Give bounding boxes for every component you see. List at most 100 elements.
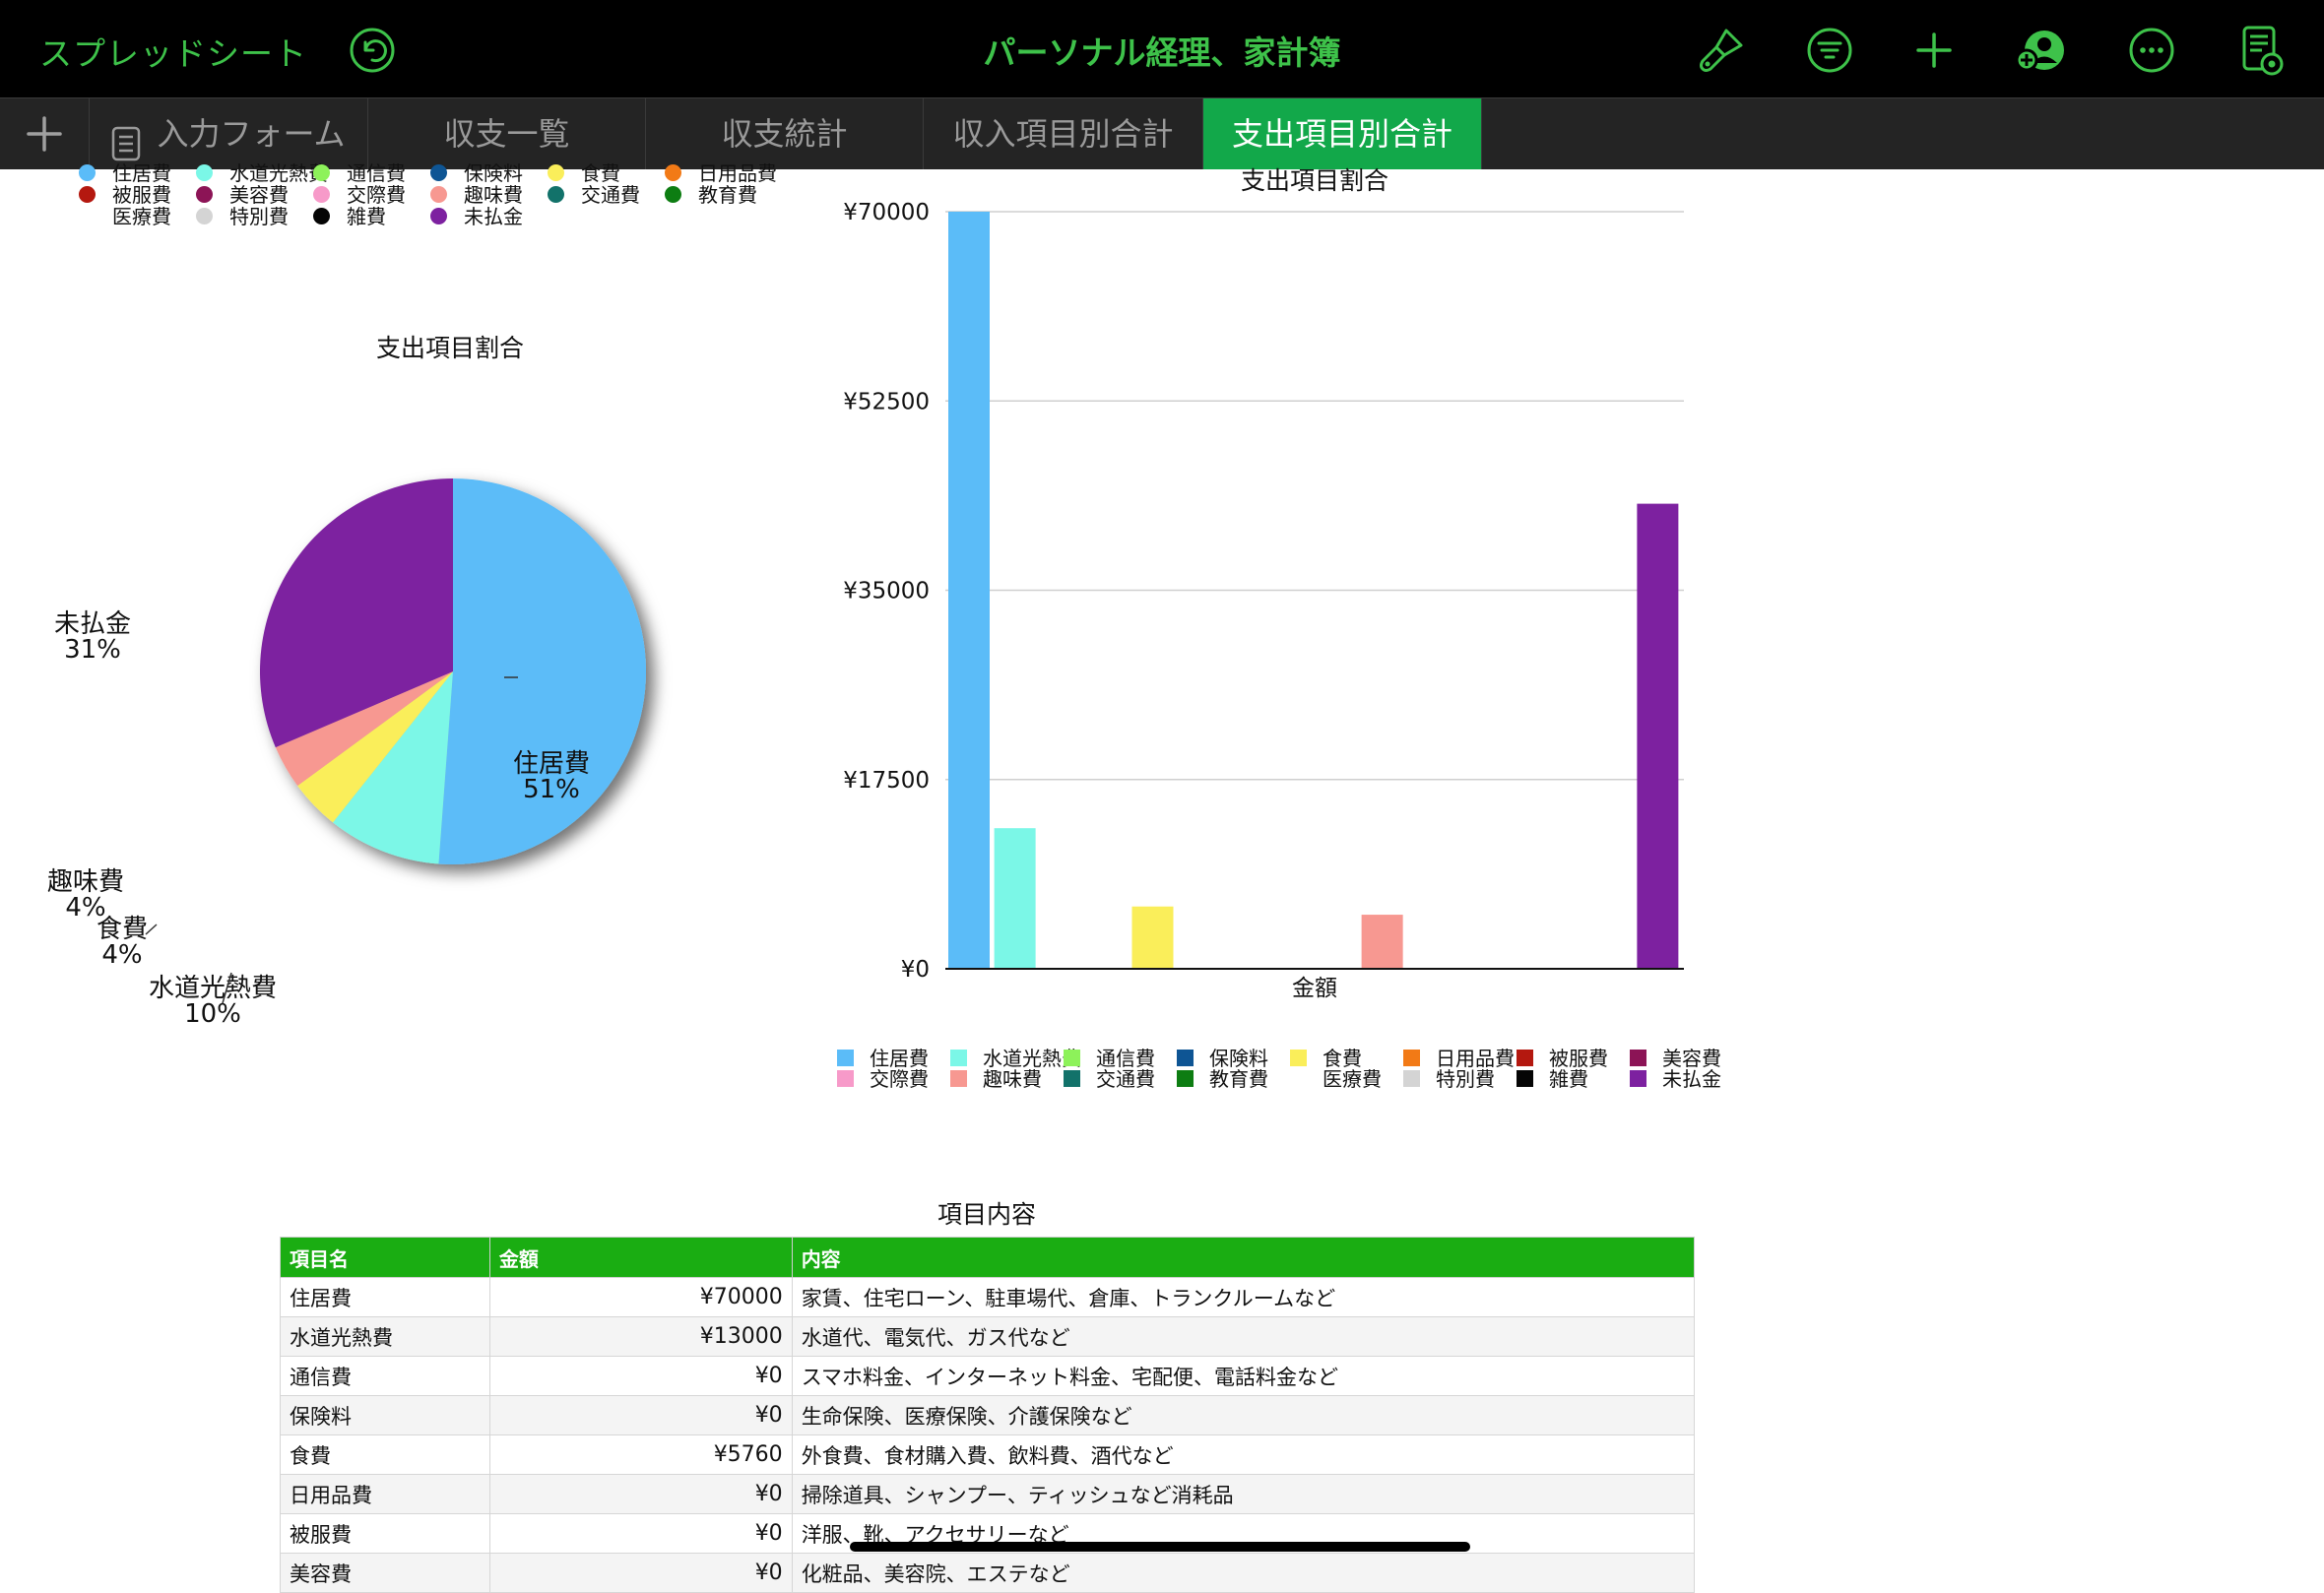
- legend-swatch: [196, 186, 213, 203]
- legend-item: 特別費: [1403, 1069, 1495, 1090]
- amount-cell[interactable]: ¥0: [488, 1356, 793, 1396]
- legend-item: 保険料: [430, 163, 523, 184]
- table-row[interactable]: 通信費 ¥0 スマホ料金、インターネット料金、宅配便、電話料金など: [280, 1356, 1696, 1396]
- tab-expense-by-item[interactable]: 支出項目別合計: [1203, 98, 1482, 169]
- legend-label: 交際費: [347, 183, 406, 207]
- expense-bar-chart: ¥0 ¥17500 ¥35000 ¥52500 ¥70000 金額: [843, 200, 1684, 1001]
- legend-swatch: [1403, 1070, 1420, 1087]
- y-tick-label: ¥52500: [843, 389, 930, 414]
- legend-item: 美容費: [1630, 1049, 1721, 1069]
- y-tick-label: ¥35000: [843, 579, 930, 605]
- add-icon[interactable]: [1906, 23, 1962, 78]
- bar[interactable]: [1637, 503, 1679, 969]
- legend-swatch: [1517, 1050, 1533, 1066]
- legend-label: 未払金: [464, 205, 523, 228]
- legend-item: 日用品費: [1403, 1049, 1515, 1069]
- header-description[interactable]: 内容: [791, 1237, 1696, 1278]
- legend-swatch: [1517, 1070, 1533, 1087]
- legend-swatch: [665, 186, 681, 203]
- legend-swatch: [430, 164, 447, 181]
- legend-swatch: [1177, 1050, 1194, 1066]
- item-name-cell[interactable]: 食費: [280, 1434, 490, 1475]
- legend-item: 特別費: [196, 207, 289, 227]
- legend-item: 食費: [1290, 1049, 1362, 1069]
- legend-swatch: [950, 1070, 967, 1087]
- amount-cell[interactable]: ¥13000: [488, 1316, 793, 1357]
- legend-label: 雑費: [1549, 1067, 1588, 1091]
- legend-item: 住居費: [79, 163, 171, 184]
- add-sheet-button[interactable]: [0, 98, 90, 169]
- legend-label: 医療費: [112, 205, 171, 228]
- collaborate-icon[interactable]: [2013, 23, 2068, 78]
- legend-label: 特別費: [229, 205, 289, 228]
- legend-swatch: [1177, 1070, 1194, 1087]
- pie-slice[interactable]: [438, 478, 646, 864]
- legend-item: 雑費: [1517, 1069, 1588, 1090]
- amount-cell[interactable]: ¥0: [488, 1395, 793, 1435]
- item-name-cell[interactable]: 住居費: [280, 1277, 490, 1317]
- bar[interactable]: [1131, 906, 1174, 969]
- item-name-cell[interactable]: 日用品費: [280, 1474, 490, 1514]
- pie-slice-percent: 10%: [184, 999, 241, 1029]
- item-name-cell[interactable]: 水道光熱費: [280, 1316, 490, 1357]
- legend-swatch: [313, 186, 330, 203]
- description-cell[interactable]: 外食費、食材購入費、飲料費、酒代など: [791, 1434, 1696, 1475]
- legend-label: 被服費: [112, 183, 171, 207]
- legend-label: 通信費: [347, 161, 406, 185]
- legend-swatch: [430, 186, 447, 203]
- legend-swatch: [79, 164, 96, 181]
- tab-income-expense-list[interactable]: 収支一覧: [368, 98, 646, 169]
- item-name-cell[interactable]: 美容費: [280, 1553, 490, 1593]
- header-item-name[interactable]: 項目名: [280, 1237, 490, 1278]
- amount-cell[interactable]: ¥0: [488, 1513, 793, 1554]
- more-icon[interactable]: [2124, 23, 2179, 78]
- description-cell[interactable]: 家賃、住宅ローン、駐車場代、倉庫、トランクルームなど: [791, 1277, 1696, 1317]
- amount-cell[interactable]: ¥70000: [488, 1277, 793, 1317]
- amount-cell[interactable]: ¥0: [488, 1474, 793, 1514]
- header-amount[interactable]: 金額: [488, 1237, 793, 1278]
- bar[interactable]: [994, 828, 1036, 969]
- table-row[interactable]: 保険料 ¥0 生命保険、医療保険、介護保険など: [280, 1395, 1696, 1435]
- legend-item: 交際費: [837, 1069, 929, 1090]
- description-cell[interactable]: 生命保険、医療保険、介護保険など: [791, 1395, 1696, 1435]
- legend-label: 住居費: [112, 161, 171, 185]
- tab-income-by-item[interactable]: 収入項目別合計: [924, 98, 1203, 169]
- legend-item: 交際費: [313, 185, 406, 206]
- legend-label: 日用品費: [698, 161, 777, 185]
- legend-label: 交通費: [581, 183, 640, 207]
- amount-cell[interactable]: ¥5760: [488, 1434, 793, 1475]
- table-row[interactable]: 住居費 ¥70000 家賃、住宅ローン、駐車場代、倉庫、トランクルームなど: [280, 1277, 1696, 1317]
- tab-input-form[interactable]: 入力フォーム: [90, 98, 368, 169]
- item-name-cell[interactable]: 被服費: [280, 1513, 490, 1554]
- bar[interactable]: [1361, 915, 1403, 969]
- filter-icon[interactable]: [1802, 23, 1857, 78]
- bar[interactable]: [948, 212, 990, 969]
- legend-label: 特別費: [1436, 1067, 1495, 1091]
- legend-label: 保険料: [464, 161, 523, 185]
- spreadsheets-back-button[interactable]: スプレッドシート: [39, 28, 307, 75]
- description-cell[interactable]: 化粧品、美容院、エステなど: [791, 1553, 1696, 1593]
- item-name-cell[interactable]: 通信費: [280, 1356, 490, 1396]
- table-row[interactable]: 美容費 ¥0 化粧品、美容院、エステなど: [280, 1553, 1696, 1593]
- description-cell[interactable]: 水道代、電気代、ガス代など: [791, 1316, 1696, 1357]
- table-row[interactable]: 水道光熱費 ¥13000 水道代、電気代、ガス代など: [280, 1316, 1696, 1357]
- legend-swatch: [79, 186, 96, 203]
- legend-item: 通信費: [313, 163, 406, 184]
- tab-income-expense-stats[interactable]: 収支統計: [646, 98, 924, 169]
- item-name-cell[interactable]: 保険料: [280, 1395, 490, 1435]
- legend-item: 日用品費: [665, 163, 777, 184]
- legend-item: 食費: [548, 163, 620, 184]
- amount-cell[interactable]: ¥0: [488, 1553, 793, 1593]
- add-icon: [27, 116, 62, 152]
- reading-view-icon[interactable]: [2233, 23, 2289, 78]
- paintbrush-icon[interactable]: [1694, 23, 1749, 78]
- table-row[interactable]: 食費 ¥5760 外食費、食材購入費、飲料費、酒代など: [280, 1434, 1696, 1475]
- description-cell[interactable]: 掃除道具、シャンプー、ティッシュなど消耗品: [791, 1474, 1696, 1514]
- y-tick-label: ¥0: [901, 957, 930, 983]
- undo-icon[interactable]: [347, 25, 398, 76]
- legend-swatch: [313, 208, 330, 224]
- description-cell[interactable]: スマホ料金、インターネット料金、宅配便、電話料金など: [791, 1356, 1696, 1396]
- legend-label: 交際費: [870, 1067, 929, 1091]
- legend-swatch: [313, 164, 330, 181]
- table-row[interactable]: 日用品費 ¥0 掃除道具、シャンプー、ティッシュなど消耗品: [280, 1474, 1696, 1514]
